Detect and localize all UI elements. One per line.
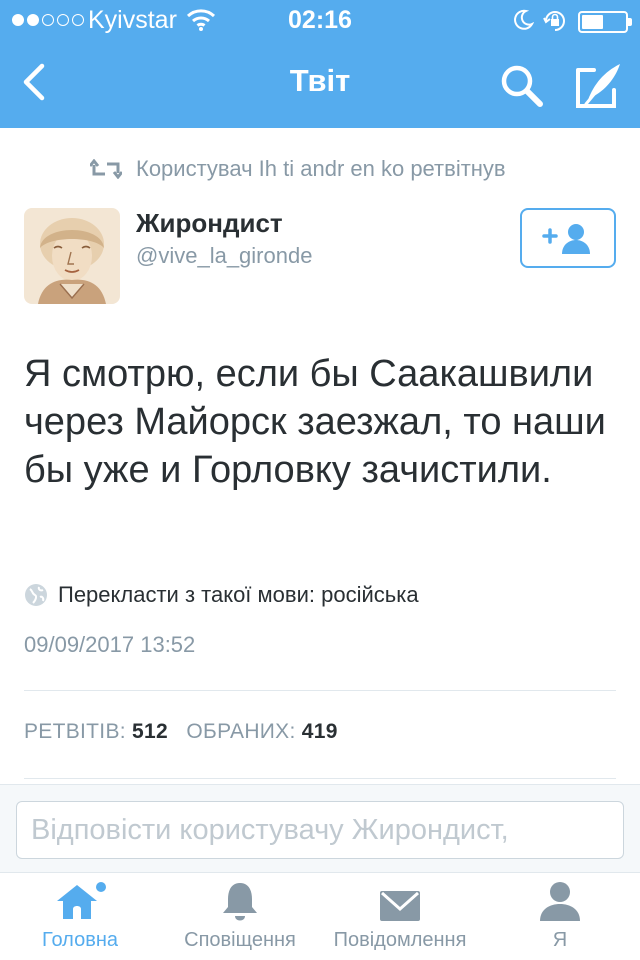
likes-label: ОБРАНИХ: bbox=[186, 720, 296, 743]
divider bbox=[24, 690, 616, 691]
retweets-count[interactable]: РЕТВІТІВ: 512 bbox=[24, 720, 168, 743]
retweet-note-text: Користувач Ih ti andr en ko ретвітнув bbox=[136, 156, 506, 181]
tab-messages-label: Повідомлення bbox=[333, 929, 467, 951]
tab-me-label: Я bbox=[552, 929, 568, 951]
translate-link[interactable]: Перекласти з такої мови: російська bbox=[24, 582, 419, 608]
search-icon bbox=[501, 65, 543, 107]
author-name[interactable]: Жирондист bbox=[136, 208, 283, 239]
tab-notifications-label: Сповіщення bbox=[184, 929, 296, 951]
tweet-timestamp: 09/09/2017 13:52 bbox=[24, 632, 196, 657]
bell-icon bbox=[223, 883, 257, 921]
likes-count[interactable]: ОБРАНИХ: 419 bbox=[186, 720, 337, 743]
translate-link-text[interactable]: Перекласти з такої мови: російська bbox=[58, 582, 419, 608]
search-button[interactable] bbox=[498, 62, 546, 110]
avatar[interactable] bbox=[24, 208, 120, 304]
do-not-disturb-moon-icon bbox=[512, 9, 535, 38]
tab-notifications[interactable]: Сповіщення bbox=[160, 873, 320, 960]
tab-messages[interactable]: Повідомлення bbox=[320, 873, 480, 960]
follow-button[interactable] bbox=[520, 208, 616, 268]
tweet-stats: РЕТВІТІВ: 512 ОБРАНИХ: 419 bbox=[24, 720, 338, 744]
retweets-label: РЕТВІТІВ: bbox=[24, 720, 126, 743]
envelope-icon bbox=[380, 891, 420, 921]
battery-level bbox=[582, 15, 603, 29]
divider bbox=[24, 778, 616, 779]
tab-me[interactable]: Я bbox=[480, 873, 640, 960]
status-bar: Kyivstar 02:16 bbox=[0, 0, 640, 40]
retweet-note: Користувач Ih ti andr en ko ретвітнув bbox=[90, 156, 506, 182]
globe-icon bbox=[25, 584, 47, 606]
reply-bar bbox=[0, 784, 640, 872]
author-handle[interactable]: @vive_la_gironde bbox=[136, 243, 312, 269]
tab-bar: Головна Сповіщення Повідомлення Я bbox=[0, 872, 640, 960]
rotation-lock-icon bbox=[542, 8, 568, 41]
portrait-avatar-image bbox=[24, 208, 120, 304]
compose-button[interactable] bbox=[572, 60, 624, 112]
person-icon bbox=[540, 882, 580, 921]
reply-input[interactable] bbox=[16, 801, 624, 859]
battery-icon bbox=[578, 11, 632, 33]
retweet-icon bbox=[90, 159, 122, 179]
compose-icon bbox=[576, 64, 620, 108]
header: Kyivstar 02:16 Твіт bbox=[0, 0, 640, 128]
tweet-text: Я смотрю, если бы Саакашвили через Майор… bbox=[24, 353, 606, 491]
tab-home[interactable]: Головна bbox=[0, 873, 160, 960]
tab-home-label: Головна bbox=[42, 929, 118, 951]
retweets-value: 512 bbox=[132, 720, 168, 743]
home-icon bbox=[57, 882, 106, 919]
likes-value: 419 bbox=[301, 720, 338, 743]
add-user-icon bbox=[542, 224, 590, 254]
